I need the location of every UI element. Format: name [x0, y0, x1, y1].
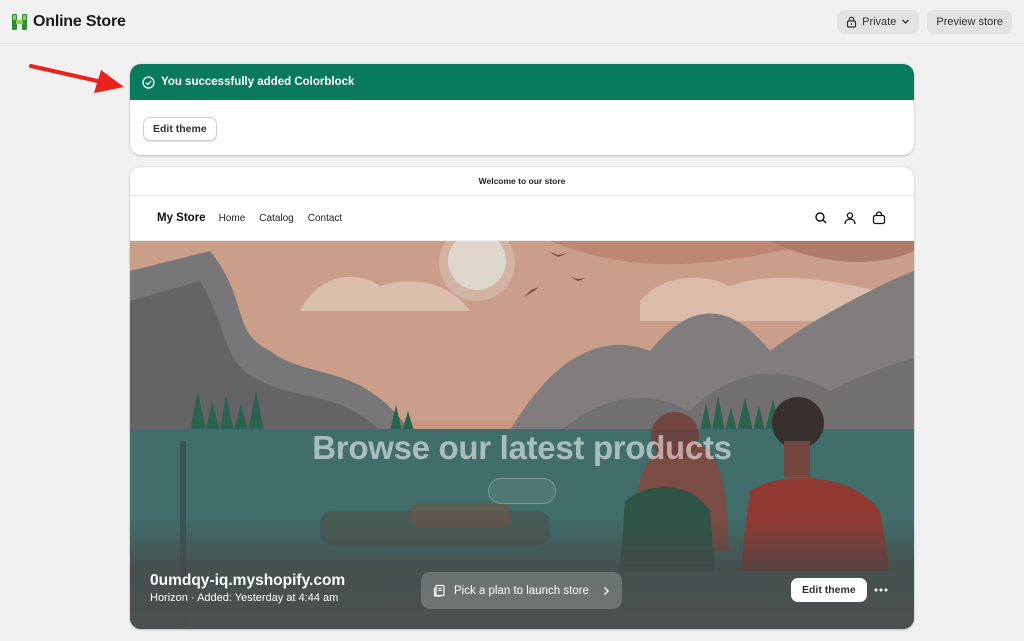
pick-plan-label: Pick a plan to launch store	[454, 584, 589, 597]
theme-meta: Horizon · Added: Yesterday at 4:44 am	[150, 592, 339, 604]
nav-link-contact: Contact	[307, 212, 343, 224]
success-banner: You successfully added Colorblock Edit t…	[130, 64, 914, 155]
edit-theme-card-button[interactable]: Edit theme	[791, 578, 867, 602]
app-brand: Online Store	[12, 13, 126, 31]
document-icon	[433, 584, 445, 597]
store-domain: 0umdqy-iq.myshopify.com	[150, 572, 346, 589]
page-title: Online Store	[33, 12, 126, 30]
preview-store-button[interactable]: Preview store	[927, 9, 1012, 34]
cart-icon	[871, 210, 887, 226]
check-circle-icon	[142, 75, 155, 89]
nav-link-catalog: Catalog	[259, 212, 294, 224]
edit-theme-button[interactable]: Edit theme	[143, 117, 217, 141]
storefront-header: My Store Home Catalog Contact	[130, 196, 914, 241]
announcement-bar: Welcome to our store	[130, 167, 914, 196]
banner-header: You successfully added Colorblock	[130, 64, 914, 100]
chevron-down-icon	[902, 19, 910, 24]
top-actions: Private Preview store	[837, 9, 1012, 34]
store-name: My Store	[157, 212, 206, 224]
annotation-arrow-icon	[29, 64, 124, 93]
pick-plan-button[interactable]: Pick a plan to launch store	[421, 572, 622, 609]
account-icon	[842, 210, 858, 226]
theme-preview-card[interactable]: Welcome to our store My Store Home Catal…	[130, 167, 914, 629]
banner-message: You successfully added Colorblock	[161, 76, 355, 88]
lock-icon	[847, 16, 857, 28]
hero-shop-button	[488, 478, 556, 504]
top-bar: Online Store Private Preview store	[0, 0, 1024, 44]
hero-title: Browse our latest products	[312, 429, 732, 466]
visibility-label: Private	[862, 15, 897, 28]
storefront-icons	[813, 210, 887, 226]
online-store-icon	[12, 13, 27, 30]
search-icon	[813, 210, 829, 226]
banner-body: Edit theme	[130, 100, 914, 155]
chevron-right-icon	[604, 586, 609, 595]
more-actions-icon[interactable]	[871, 581, 891, 599]
visibility-dropdown[interactable]: Private	[837, 9, 920, 34]
nav-link-home: Home	[218, 212, 246, 224]
